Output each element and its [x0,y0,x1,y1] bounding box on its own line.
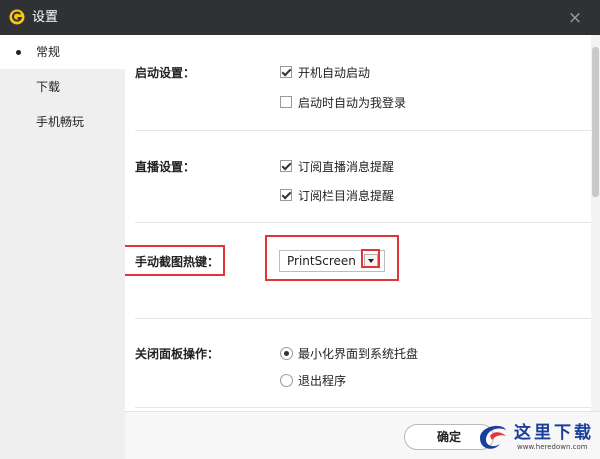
window-title: 设置 [32,10,59,25]
watermark: 这里下载 www.heredown.com [470,412,600,459]
hotkey-value: PrintScreen [287,254,356,268]
exit-program-label: 退出程序 [298,374,347,388]
close-panel-label: 关闭面板操作： [135,347,220,361]
sidebar-item-label: 常规 [36,45,61,59]
subscribe-column-label: 订阅栏目消息提醒 [298,189,395,203]
watermark-text: 这里下载 [514,423,594,443]
checkbox-unchecked-icon [280,96,292,108]
sidebar: 常规 下载 手机畅玩 [0,35,125,459]
active-bullet-icon [16,50,21,55]
divider [135,130,591,131]
startup-settings-label: 启动设置： [135,66,196,80]
divider [135,222,591,223]
hotkey-label: 手动截图热键： [135,255,220,269]
sidebar-item-label: 下载 [36,80,61,94]
checkbox-checked-icon [280,66,292,78]
close-icon[interactable]: × [565,8,585,28]
live-settings-label: 直播设置： [135,160,196,174]
app-logo-icon [9,9,25,25]
dropdown-arrow-highlight [361,249,380,268]
settings-content: 启动设置： 开机自动启动 启动时自动为我登录 直播设置： 订阅直播消息提醒 订阅… [125,35,591,411]
checkbox-checked-icon [280,160,292,172]
auto-login-label: 启动时自动为我登录 [298,96,407,110]
checkbox-checked-icon [280,189,292,201]
title-bar: 设置 × [0,0,600,35]
sidebar-item-mobile-play[interactable]: 手机畅玩 [0,105,125,139]
divider [135,318,591,319]
watermark-logo-icon [480,425,506,449]
radio-selected-icon [280,347,293,360]
divider [135,407,591,408]
auto-start-label: 开机自动启动 [298,66,371,80]
watermark-url: www.heredown.com [517,443,588,451]
radio-unselected-icon [280,374,293,387]
subscribe-live-label: 订阅直播消息提醒 [298,160,395,174]
sidebar-item-general[interactable]: 常规 [0,35,125,69]
minimize-to-tray-label: 最小化界面到系统托盘 [298,347,419,361]
sidebar-item-label: 手机畅玩 [36,115,85,129]
scrollbar[interactable] [591,35,600,411]
sidebar-item-download[interactable]: 下载 [0,70,125,104]
scrollbar-thumb[interactable] [592,47,599,197]
